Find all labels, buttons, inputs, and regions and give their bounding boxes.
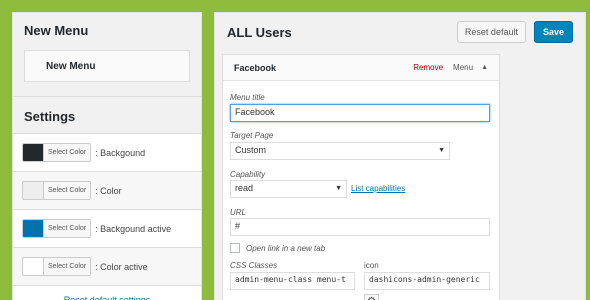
chevron-down-icon: ▼ xyxy=(335,185,342,192)
color-picker-button[interactable]: Select Color xyxy=(22,143,92,162)
color-swatch xyxy=(23,144,43,161)
gear-icon[interactable]: ⚙ xyxy=(364,294,379,300)
target-page-label: Target Page xyxy=(230,131,274,140)
menu-title-input[interactable]: Facebook xyxy=(230,104,490,122)
color-swatch xyxy=(23,258,43,275)
right-header: ALL Users Reset default Save xyxy=(215,13,585,51)
target-page-value: Custom xyxy=(235,145,267,155)
select-color-label: Select Color xyxy=(43,144,91,161)
menu-label: Menu xyxy=(453,63,474,72)
select-color-label: Select Color xyxy=(43,182,91,199)
new-tab-checkbox[interactable] xyxy=(230,243,240,253)
css-classes-label: CSS Classes xyxy=(230,261,278,270)
capability-value: read xyxy=(235,183,254,193)
chevron-down-icon: ▼ xyxy=(438,147,445,154)
color-picker-button[interactable]: Select Color xyxy=(22,219,92,238)
right-panel: ALL Users Reset default Save Facebook Re… xyxy=(214,12,586,300)
page-title: ALL Users xyxy=(227,24,292,40)
save-button[interactable]: Save xyxy=(533,21,573,43)
select-color-label: Select Color xyxy=(43,220,91,237)
color-row-background-active: Select Color : Backgound active xyxy=(13,209,201,247)
menu-title-label: Menu title xyxy=(230,93,265,102)
new-tab-label: Open link in a new tab xyxy=(246,244,326,253)
setting-label: : Color active xyxy=(95,261,148,272)
css-classes-input[interactable]: admin-menu-class menu-t xyxy=(230,272,355,290)
settings-title: Settings xyxy=(24,109,76,124)
reset-default-settings-link[interactable]: Reset default settings xyxy=(13,285,201,300)
color-picker-button[interactable]: Select Color xyxy=(22,257,92,276)
caret-up-icon[interactable]: ▲ xyxy=(481,64,488,71)
icon-input[interactable]: dashicons-admin-generic xyxy=(364,272,490,290)
color-row-color-active: Select Color : Color active xyxy=(13,247,201,285)
select-color-label: Select Color xyxy=(43,258,91,275)
color-picker-button[interactable]: Select Color xyxy=(22,181,92,200)
url-input[interactable]: # xyxy=(230,218,490,236)
url-label: URL xyxy=(230,208,247,217)
setting-label: : Backgound xyxy=(95,147,146,158)
menu-item-header[interactable]: Facebook Remove Menu ▲ xyxy=(223,55,499,81)
setting-label: : Color xyxy=(95,185,122,196)
capability-label: Capability xyxy=(230,170,266,179)
color-row-color: Select Color : Color xyxy=(13,171,201,209)
new-menu-item[interactable]: New Menu xyxy=(24,50,190,82)
color-swatch xyxy=(23,182,43,199)
setting-label: : Backgound active xyxy=(95,223,172,234)
color-swatch xyxy=(23,220,43,237)
remove-link[interactable]: Remove xyxy=(413,63,443,72)
target-page-select[interactable]: Custom ▼ xyxy=(230,142,450,160)
capability-select[interactable]: read ▼ xyxy=(230,180,347,198)
color-row-background: Select Color : Backgound xyxy=(13,133,201,171)
icon-label: icon xyxy=(364,261,379,270)
list-capabilities-link[interactable]: List capabilities xyxy=(351,184,405,193)
menu-item-panel: Facebook Remove Menu ▲ Menu title Facebo… xyxy=(222,54,500,300)
new-menu-title: New Menu xyxy=(24,23,89,38)
reset-default-button[interactable]: Reset default xyxy=(456,21,526,43)
menu-item-title: Facebook xyxy=(234,62,277,73)
left-panel: New Menu New Menu Settings Select Color … xyxy=(12,12,202,300)
